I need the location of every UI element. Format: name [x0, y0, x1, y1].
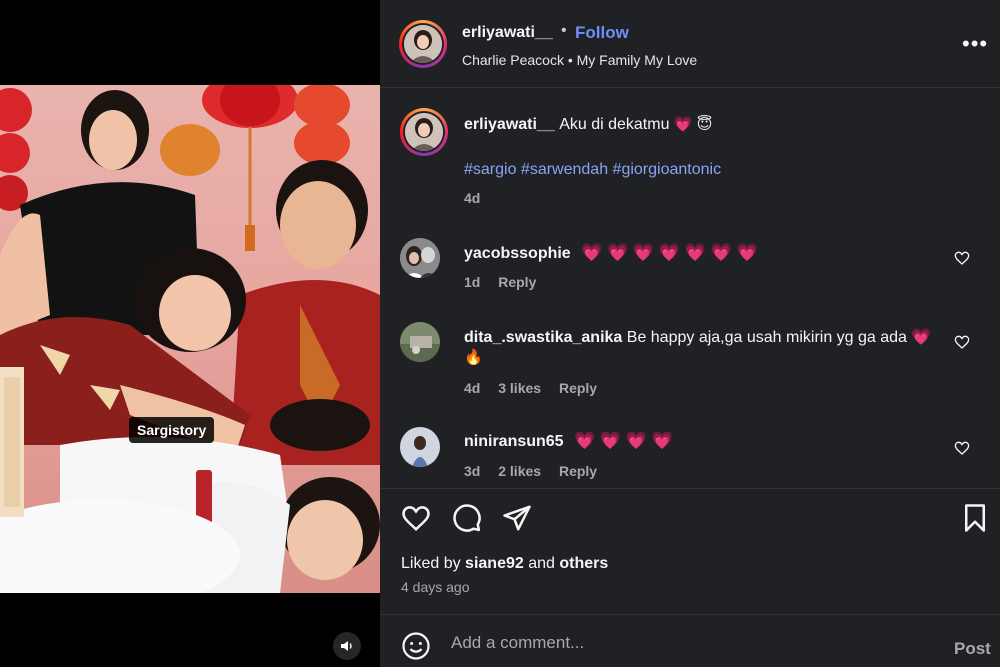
share-paper-plane-icon[interactable] — [502, 503, 532, 533]
post-media[interactable]: Sargistory — [0, 0, 380, 667]
comment-username[interactable]: yacobssophie — [464, 245, 571, 262]
post-side-panel: erliyawati__ • Follow Charlie Peacock • … — [380, 0, 1000, 667]
caption-hashtags[interactable]: #sargio #sarwendah #giorgioantonic — [464, 161, 721, 179]
comment-reply-button[interactable]: Reply — [498, 274, 536, 290]
comment-input[interactable] — [451, 629, 911, 657]
audio-track[interactable]: Charlie Peacock • My Family My Love — [462, 52, 697, 68]
post-header: erliyawati__ • Follow Charlie Peacock • … — [380, 0, 1000, 88]
family-photo-illustration — [0, 85, 380, 593]
caption-username[interactable]: erliyawati__ — [464, 116, 555, 133]
more-options-button[interactable]: ••• — [962, 33, 988, 55]
comments-list[interactable]: erliyawati__ Aku di dekatmu 💗 😇 #sargio … — [380, 88, 1000, 488]
post-comment-button[interactable]: Post — [954, 639, 991, 659]
caption-avatar-image — [405, 113, 443, 151]
save-bookmark-icon[interactable] — [960, 503, 990, 533]
comment-item: yacobssophie 💗 💗 💗 💗 💗 💗 💗 1d Reply — [400, 236, 980, 296]
caption-item: erliyawati__ Aku di dekatmu 💗 😇 #sargio … — [400, 108, 980, 208]
header-separator: • — [561, 22, 567, 39]
like-heart-icon[interactable] — [401, 503, 431, 533]
mute-button[interactable] — [333, 632, 361, 660]
liked-by-middle: and — [523, 555, 560, 572]
comment-likes-count[interactable]: 3 likes — [498, 380, 541, 396]
comment-reply-button[interactable]: Reply — [559, 463, 597, 479]
caption-text: Aku di dekatmu — [559, 116, 670, 133]
commenter-avatar[interactable] — [400, 322, 440, 362]
post-photo[interactable]: Sargistory — [0, 85, 380, 593]
comment-reply-button[interactable]: Reply — [559, 380, 597, 396]
commenter-avatar-image — [400, 238, 440, 278]
comment-item: dita_.swastika_anika Be happy aja,ga usa… — [400, 320, 980, 400]
comment-item: niniransun65 💗 💗 💗 💗 3d 2 likes Reply — [400, 427, 980, 488]
comment-text-continued: 🔥 — [464, 349, 483, 366]
author-avatar[interactable] — [399, 20, 447, 68]
follow-button[interactable]: Follow — [575, 23, 629, 43]
author-username[interactable]: erliyawati__ — [462, 24, 553, 42]
liked-by-summary: Liked by siane92 and others — [401, 555, 608, 573]
comment-text: 💗 💗 💗 💗 — [574, 431, 673, 450]
like-comment-heart-icon[interactable] — [954, 440, 970, 456]
comment-username[interactable]: dita_.swastika_anika — [464, 329, 622, 346]
liked-by-user[interactable]: siane92 — [465, 555, 524, 572]
comment-age[interactable]: 3d — [464, 463, 480, 479]
comment-likes-count[interactable]: 2 likes — [498, 463, 541, 479]
comment-age[interactable]: 4d — [464, 380, 480, 396]
caption-age[interactable]: 4d — [464, 190, 480, 206]
liked-by-others[interactable]: others — [559, 555, 608, 572]
comment-username[interactable]: niniransun65 — [464, 433, 564, 450]
author-avatar-image — [404, 25, 442, 63]
caption-emojis: 💗 😇 — [673, 116, 713, 133]
comment-text: Be happy aja,ga usah mikirin yg ga ada 💗 — [626, 329, 932, 346]
comment-composer: Post — [380, 614, 1000, 667]
commenter-avatar[interactable] — [400, 427, 440, 467]
caption-avatar[interactable] — [400, 108, 448, 156]
post-actions: Liked by siane92 and others 4 days ago — [380, 488, 1000, 614]
commenter-avatar-image — [400, 322, 440, 362]
commenter-avatar-image — [400, 427, 440, 467]
commenter-avatar[interactable] — [400, 238, 440, 278]
speaker-icon — [341, 641, 352, 651]
like-comment-heart-icon[interactable] — [954, 334, 970, 350]
comment-text: 💗 💗 💗 💗 💗 💗 💗 — [581, 243, 758, 262]
comment-bubble-icon[interactable] — [452, 503, 482, 533]
post-timestamp[interactable]: 4 days ago — [401, 579, 470, 595]
photo-user-tag[interactable]: Sargistory — [129, 417, 215, 443]
comment-age[interactable]: 1d — [464, 274, 480, 290]
emoji-picker-icon[interactable] — [401, 631, 431, 661]
like-comment-heart-icon[interactable] — [954, 250, 970, 266]
liked-by-prefix: Liked by — [401, 555, 466, 572]
